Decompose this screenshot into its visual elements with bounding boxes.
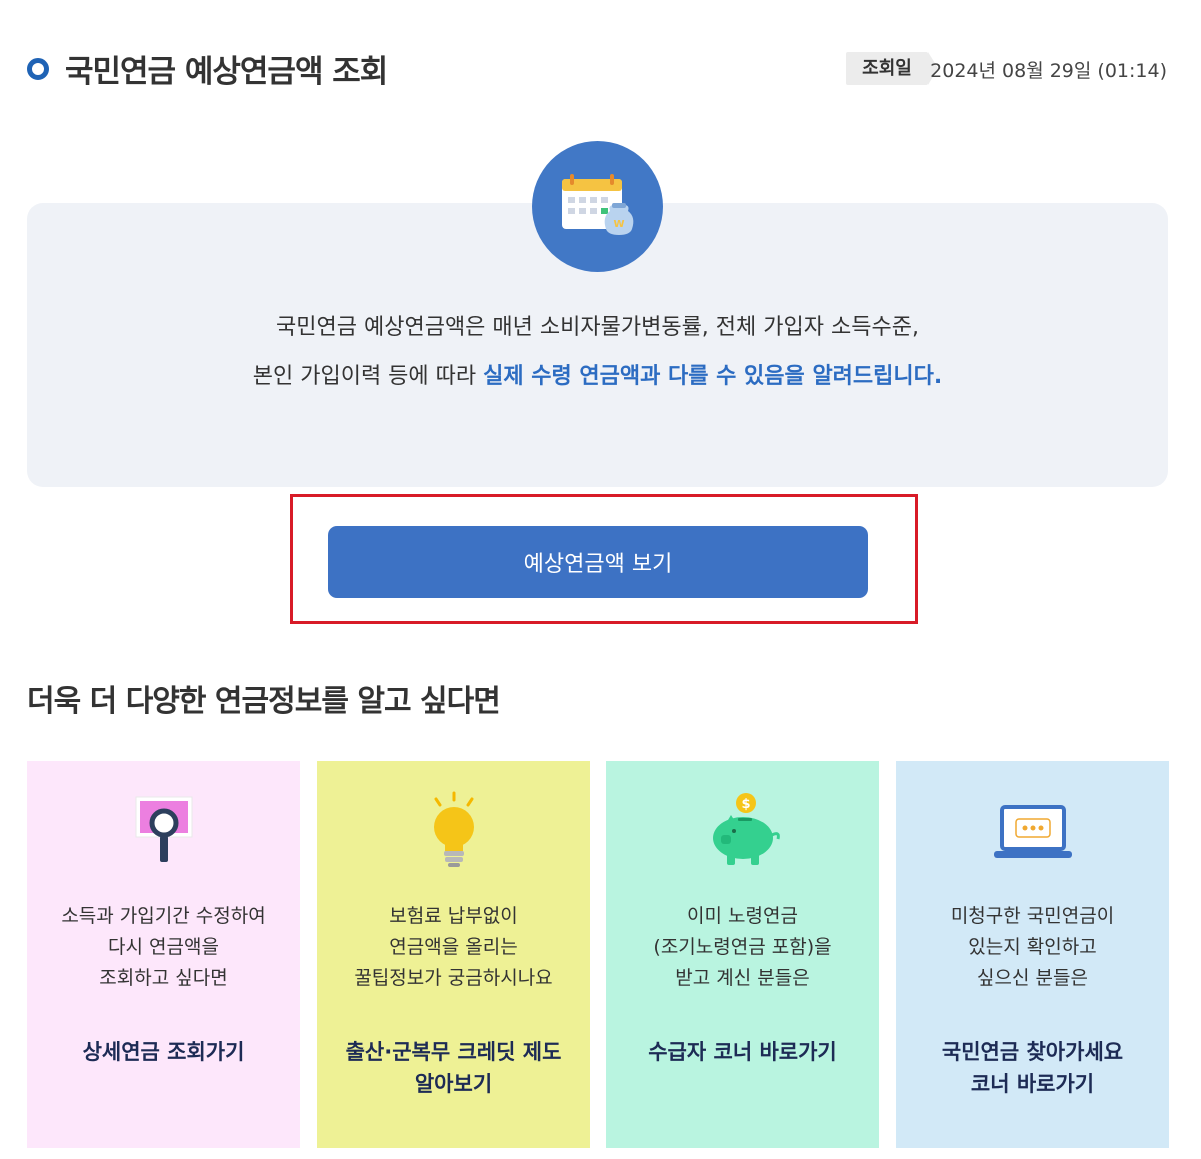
piggy-bank-icon: $: [698, 791, 788, 871]
page-title: 국민연금 예상연금액 조회: [65, 54, 388, 90]
lightbulb-icon: [409, 791, 499, 871]
page-header: 국민연금 예상연금액 조회 조회일 2024년 08월 29일 (01:14): [27, 44, 1167, 94]
title-bullet-icon: [27, 58, 49, 80]
laptop-icon: [988, 791, 1078, 871]
notice-text-line2: 본인 가입이력 등에 따라 실제 수령 연금액과 다를 수 있음을 알려드립니다…: [27, 358, 1168, 390]
view-expected-pension-button[interactable]: 예상연금액 보기: [328, 526, 868, 598]
card-beneficiary-corner[interactable]: $ 이미 노령연금 (조기노령연금 포함)을 받고 계신 분들은 수급자 코너 …: [606, 761, 879, 1148]
card-description: 보험료 납부없이 연금액을 올리는 꿀팁정보가 궁금하시나요: [354, 905, 553, 989]
card-description: 미청구한 국민연금이 있는지 확인하고 싶으신 분들은: [950, 905, 1115, 989]
card-link-label: 출산·군복무 크레딧 제도 알아보기: [345, 1040, 562, 1096]
card-unclaimed-pension[interactable]: 미청구한 국민연금이 있는지 확인하고 싶으신 분들은 국민연금 찾아가세요 코…: [896, 761, 1169, 1148]
calendar-money-icon: W: [532, 141, 663, 272]
notice-text-plain: 본인 가입이력 등에 따라: [252, 364, 484, 389]
inquiry-date-label: 조회일: [846, 52, 938, 85]
inquiry-date-value: 2024년 08월 29일 (01:14): [930, 60, 1167, 82]
card-link-label: 상세연금 조회가기: [82, 1040, 245, 1064]
card-credit-system[interactable]: 보험료 납부없이 연금액을 올리는 꿀팁정보가 궁금하시나요 출산·군복무 크레…: [317, 761, 590, 1148]
more-info-section-title: 더욱 더 다양한 연금정보를 알고 싶다면: [27, 684, 501, 719]
card-description: 이미 노령연금 (조기노령연금 포함)을 받고 계신 분들은: [653, 905, 832, 989]
notice-text-emphasis: 실제 수령 연금액과 다를 수 있음을 알려드립니다.: [483, 364, 943, 389]
card-detail-pension[interactable]: 소득과 가입기간 수정하여 다시 연금액을 조회하고 싶다면 상세연금 조회가기: [27, 761, 300, 1148]
card-description: 소득과 가입기간 수정하여 다시 연금액을 조회하고 싶다면: [61, 905, 266, 989]
notice-text-line1: 국민연금 예상연금액은 매년 소비자물가변동률, 전체 가입자 소득수준,: [276, 315, 919, 340]
svg-text:$: $: [741, 797, 750, 812]
svg-text:W: W: [613, 219, 624, 230]
card-link-label: 수급자 코너 바로가기: [648, 1040, 837, 1064]
card-link-label: 국민연금 찾아가세요 코너 바로가기: [941, 1040, 1124, 1096]
magnifier-icon: [119, 791, 209, 871]
